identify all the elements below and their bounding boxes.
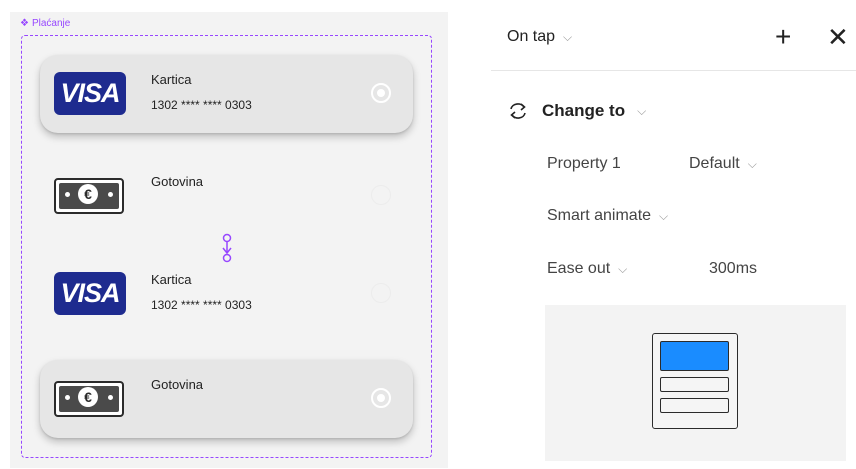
animation-label: Smart animate (547, 207, 652, 224)
duration-value: 300ms (709, 260, 758, 277)
variant-title: Gotovina (151, 174, 204, 189)
animation-dropdown[interactable]: Smart animate ⌵ (547, 207, 668, 225)
easing-dropdown[interactable]: Ease out ⌵ (547, 260, 627, 278)
visa-logo-icon: VISA (54, 72, 126, 115)
chevron-down-icon: ⌵ (659, 208, 669, 223)
add-interaction-button[interactable]: + (775, 23, 791, 51)
property-label: Property 1 (547, 155, 621, 172)
frame-label-text: Plaćanje (31, 18, 71, 29)
variant-card-selected[interactable]: VISA Kartica 1302 **** **** 0303 (40, 55, 413, 133)
cash-icon: € (54, 381, 124, 417)
variant-cash[interactable]: € Gotovina (40, 157, 413, 235)
animation-preview (545, 305, 846, 461)
property-value: Default (689, 155, 740, 172)
smart-animate-preview-icon (652, 333, 738, 429)
chevron-down-icon: ⌵ (637, 103, 647, 118)
chevron-down-icon: ⌵ (747, 156, 757, 171)
property-value-dropdown[interactable]: Default ⌵ (689, 155, 757, 173)
frame-label[interactable]: ❖ Plaćanje (20, 18, 70, 29)
trigger-dropdown[interactable]: On tap ⌵ (507, 28, 572, 46)
radio-unselected-icon[interactable] (371, 283, 391, 303)
card-number: 1302 **** **** 0303 (151, 98, 252, 112)
interaction-header: On tap ⌵ + ✕ (491, 0, 856, 71)
duration-field[interactable]: 300ms (709, 260, 757, 278)
chevron-down-icon: ⌵ (563, 29, 573, 44)
trigger-label: On tap (507, 28, 556, 45)
close-icon[interactable]: ✕ (827, 24, 849, 50)
variant-card[interactable]: VISA Kartica 1302 **** **** 0303 (40, 255, 413, 333)
component-set-icon: ❖ (20, 18, 29, 29)
property-name: Property 1 (547, 155, 621, 173)
cash-icon: € (54, 178, 124, 214)
variant-title: Kartica (151, 72, 192, 87)
easing-label: Ease out (547, 260, 611, 277)
action-label: Change to (542, 101, 626, 120)
variant-title: Gotovina (151, 377, 204, 392)
variant-cash-selected[interactable]: € Gotovina (40, 360, 413, 438)
change-to-icon (510, 103, 526, 119)
action-dropdown[interactable]: Change to ⌵ (506, 99, 646, 123)
chevron-down-icon: ⌵ (618, 261, 628, 276)
radio-selected-icon[interactable] (371, 388, 391, 408)
radio-selected-icon[interactable] (371, 83, 391, 103)
variant-title: Kartica (151, 272, 192, 287)
radio-unselected-icon[interactable] (371, 185, 391, 205)
card-number: 1302 **** **** 0303 (151, 298, 252, 312)
visa-logo-icon: VISA (54, 272, 126, 315)
